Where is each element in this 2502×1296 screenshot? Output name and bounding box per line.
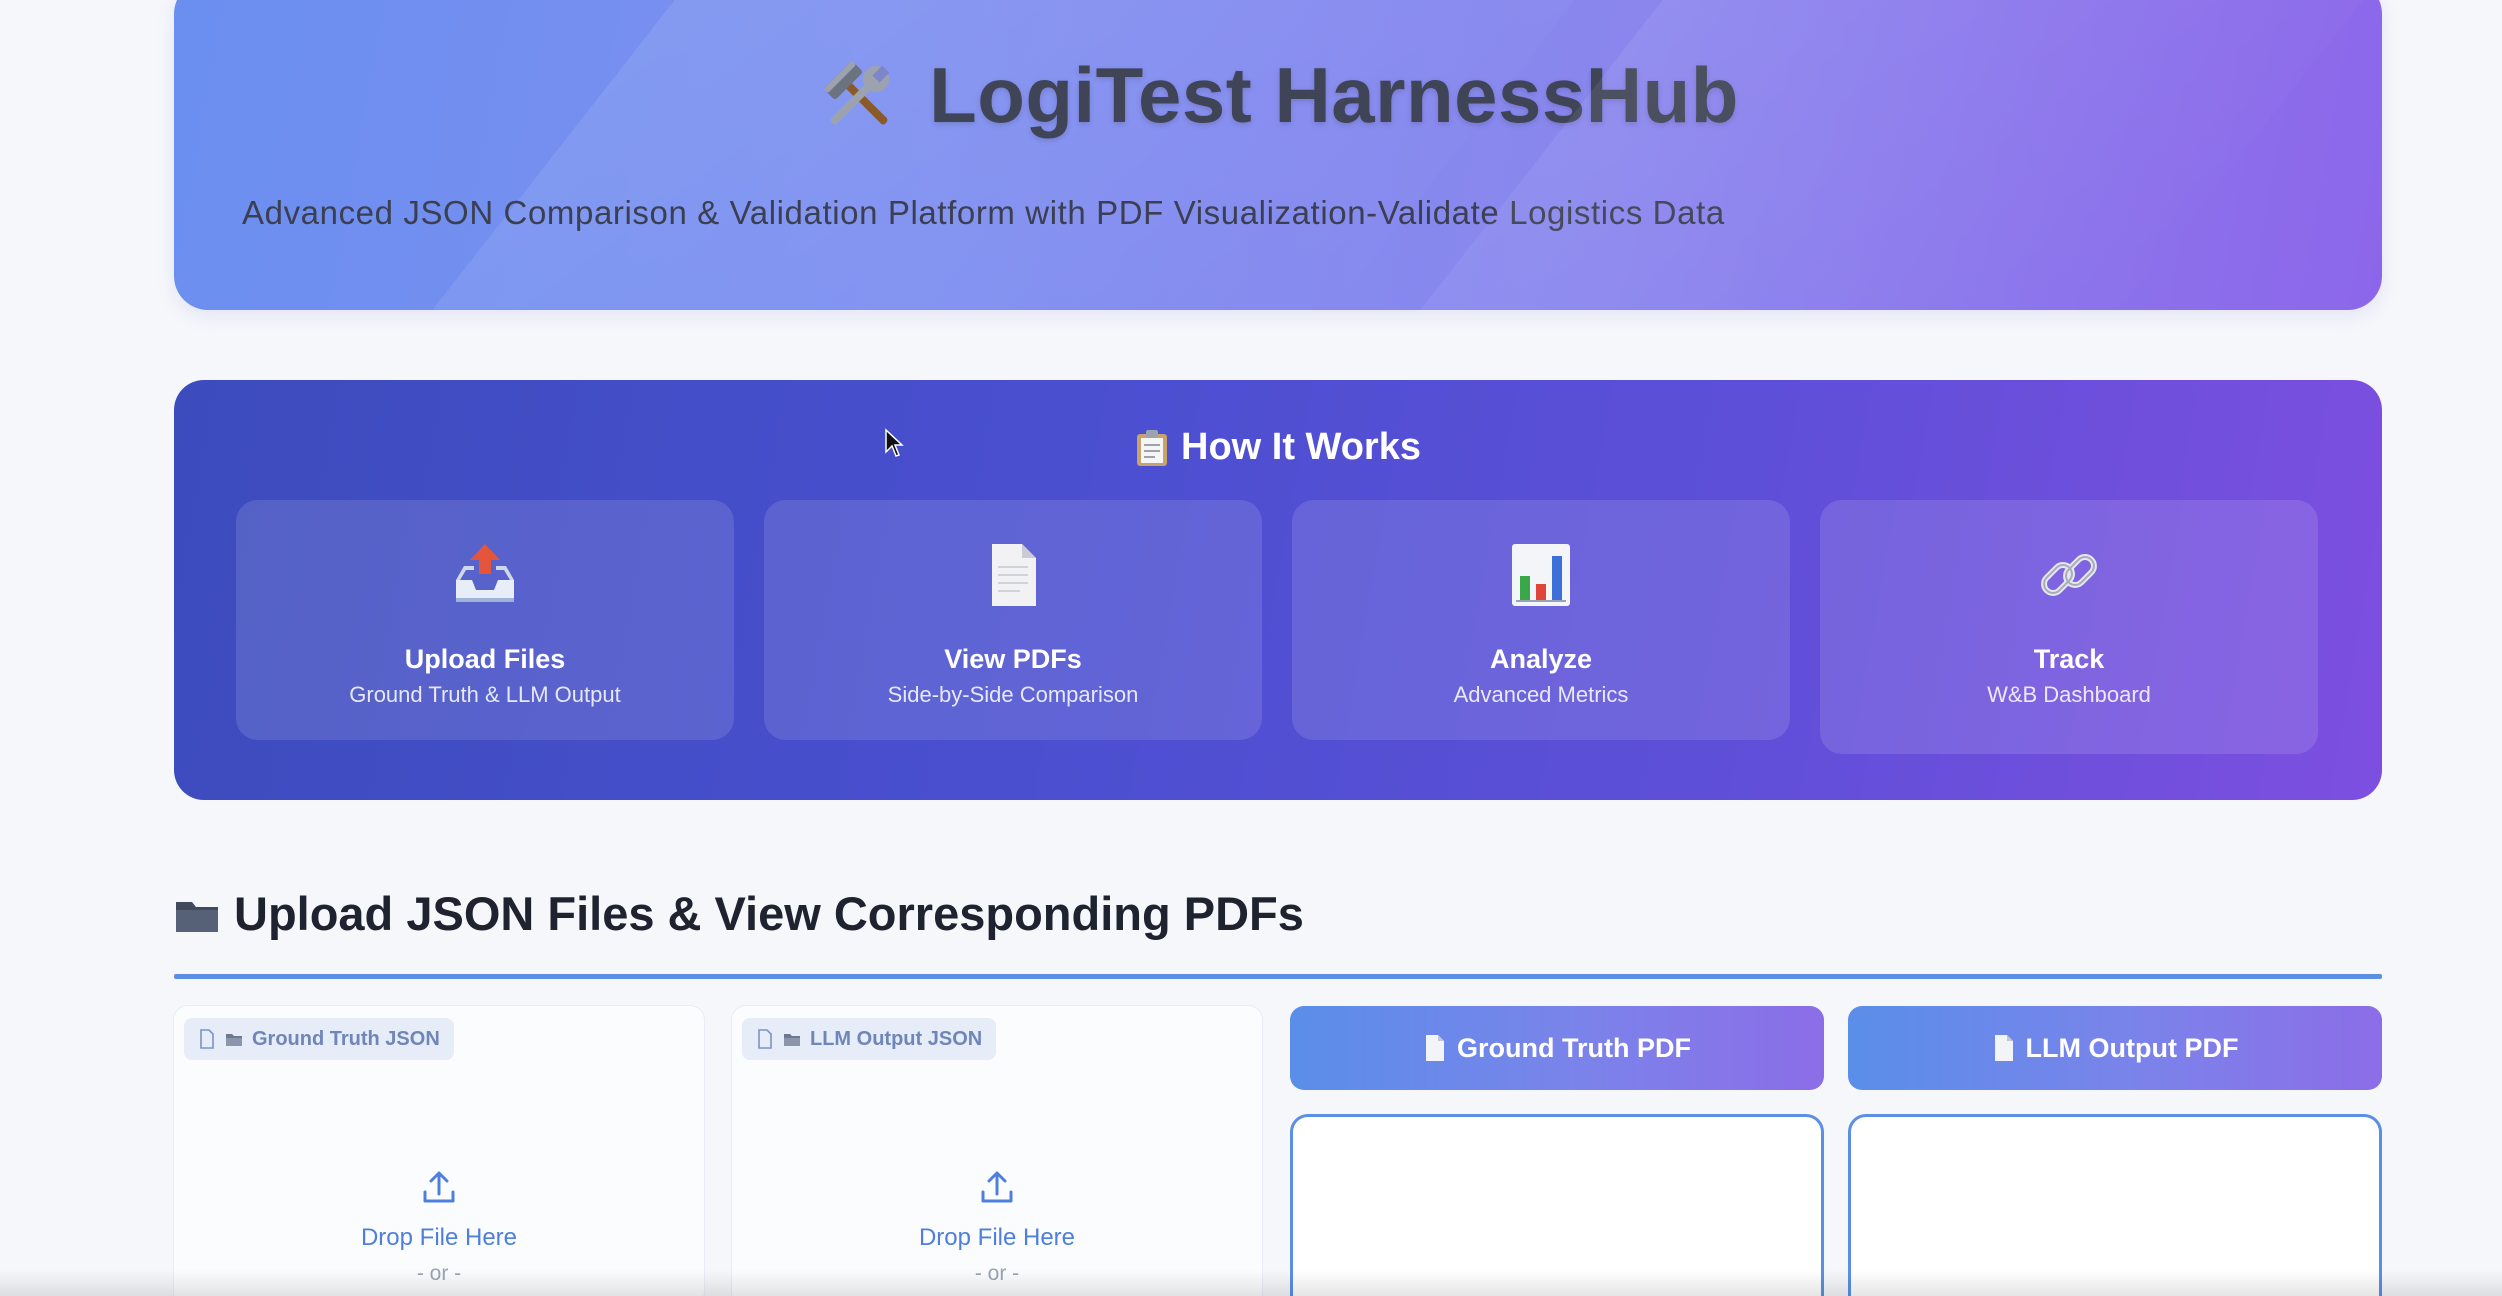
app-subtitle: Advanced JSON Comparison & Validation Pl…	[242, 194, 1725, 231]
uploader-label: Ground Truth JSON	[252, 1027, 440, 1050]
step-sub: W&B Dashboard	[1987, 682, 2151, 707]
folder-icon	[226, 1034, 242, 1046]
app-title: LogiTest HarnessHub	[929, 51, 1739, 139]
link-icon	[2041, 554, 2097, 596]
step-label: Analyze	[1489, 644, 1593, 674]
step-card-upload: Upload Files Ground Truth & LLM Output	[236, 500, 734, 740]
document-icon	[992, 544, 1036, 606]
drop-file-text[interactable]: Drop File Here	[732, 1224, 1262, 1252]
step-card-track: Track W&B Dashboard	[1820, 500, 2318, 754]
uploader-label-chip: Ground Truth JSON	[184, 1018, 454, 1060]
step-label: View PDFs	[944, 644, 1082, 674]
document-icon	[1426, 1035, 1444, 1061]
step-sub: Side-by-Side Comparison	[887, 682, 1139, 707]
how-it-works-title: How It Works	[1181, 426, 1421, 468]
bar-chart-icon	[1512, 544, 1570, 606]
hero-title-row: LogiTest HarnessHub	[174, 50, 2382, 141]
file-icon	[758, 1029, 772, 1049]
upload-section-heading: Upload JSON Files & View Corresponding P…	[174, 886, 1304, 941]
llm-output-pdf-header: LLM Output PDF	[1848, 1006, 2382, 1090]
pdf-panel-title: Ground Truth PDF	[1457, 1032, 1691, 1063]
uploader-label-chip: LLM Output JSON	[742, 1018, 997, 1060]
app-page: LogiTest HarnessHub Advanced JSON Compar…	[0, 0, 2502, 1296]
llm-output-json-uploader[interactable]: LLM Output JSON Drop File Here - or -	[732, 1006, 1262, 1296]
bottom-shadow	[0, 1270, 2502, 1296]
step-label: Upload Files	[404, 644, 566, 674]
mouse-cursor-icon	[885, 428, 904, 457]
clipboard-icon	[1137, 429, 1167, 466]
uploader-label: LLM Output JSON	[810, 1027, 983, 1050]
section-divider	[174, 974, 2382, 979]
drop-file-text[interactable]: Drop File Here	[174, 1224, 704, 1252]
ground-truth-json-uploader[interactable]: Ground Truth JSON Drop File Here - or -	[174, 1006, 704, 1296]
hammer-and-wrench-icon	[824, 60, 890, 124]
drop-zone[interactable]: Drop File Here - or -	[732, 1168, 1262, 1286]
how-it-works-panel: How It Works Upload Files Ground Truth &…	[174, 380, 2382, 800]
folder-icon	[176, 901, 218, 932]
llm-output-pdf-viewer[interactable]	[1848, 1114, 2382, 1296]
ground-truth-pdf-header: Ground Truth PDF	[1290, 1006, 1824, 1090]
upload-icon	[981, 1171, 1013, 1203]
ground-truth-pdf-viewer[interactable]	[1290, 1114, 1824, 1296]
step-label: Track	[2033, 644, 2105, 674]
file-icon	[200, 1029, 214, 1049]
step-sub: Ground Truth & LLM Output	[349, 682, 621, 707]
upload-icon	[423, 1171, 455, 1203]
how-it-works-heading: How It Works	[174, 426, 2382, 469]
step-card-analyze: Analyze Advanced Metrics	[1292, 500, 1790, 740]
document-icon	[1994, 1035, 2013, 1061]
step-card-view-pdfs: View PDFs Side-by-Side Comparison	[764, 500, 1262, 740]
upload-section-title: Upload JSON Files & View Corresponding P…	[234, 887, 1304, 940]
inbox-tray-upload-icon	[456, 544, 514, 602]
drop-zone[interactable]: Drop File Here - or -	[174, 1168, 704, 1286]
pdf-panel-title: LLM Output PDF	[2025, 1032, 2239, 1063]
hero-banner: LogiTest HarnessHub Advanced JSON Compar…	[174, 0, 2382, 310]
folder-icon	[784, 1034, 800, 1046]
step-sub: Advanced Metrics	[1453, 682, 1629, 707]
